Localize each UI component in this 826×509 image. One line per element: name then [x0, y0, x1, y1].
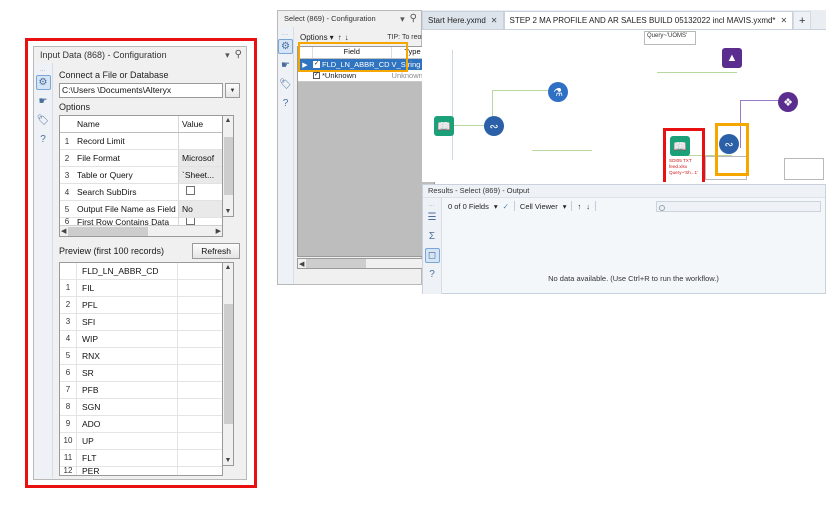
arrow-up-icon[interactable]: ↑ [577, 202, 581, 211]
results-toolbar: 0 of 0 Fields ▾ ✓ Cell Viewer ▾ ↑ ↓ [442, 198, 825, 214]
select-panel-title-bar: Select (869) - Configuration ▾ ⚲ [278, 11, 421, 27]
arrow-down-icon[interactable]: ↓ [586, 202, 590, 211]
data-grid-icon[interactable]: ☰ [425, 210, 440, 225]
divider [513, 201, 515, 211]
field-checkbox[interactable]: ✓ [313, 72, 320, 79]
tab-start-here[interactable]: Start Here.yxmd ✕ [422, 11, 504, 29]
formula-tool[interactable]: ⚗ [548, 82, 568, 102]
workflow-tab-strip: Start Here.yxmd ✕ STEP 2 MA PROFILE AND … [422, 10, 826, 30]
field-name: *Unknown [322, 71, 357, 80]
close-icon[interactable]: ✕ [491, 16, 498, 25]
cell-viewer-label[interactable]: Cell Viewer [520, 202, 558, 211]
help-icon[interactable]: ? [425, 267, 440, 282]
scroll-left-arrow[interactable]: ◀ [299, 260, 304, 268]
input-data-tool-1[interactable]: 📖 [434, 116, 454, 136]
orange-highlight-box-canvas-select-tool [715, 123, 749, 176]
workflow-canvas[interactable]: Query~'UOMS' 📖 ∾ ⚗ 📖 ∾ ❖ ▲ SDI05 TXT fee… [422, 30, 826, 182]
canvas-comment[interactable]: Query~'UOMS' [644, 31, 696, 45]
sigma-icon[interactable]: Σ [425, 229, 440, 244]
hscroll-thumb[interactable] [306, 259, 367, 268]
help-icon[interactable]: ? [278, 96, 293, 111]
select-horizontal-scrollbar[interactable]: ◀ ▶ [297, 258, 435, 269]
runtime-icon[interactable]: ☛ [278, 58, 293, 73]
results-panel: Results - Select (869) - Output … ☰ Σ ◻ … [422, 184, 826, 294]
canvas-comment-3[interactable] [784, 158, 824, 180]
move-up-icon[interactable]: ↑ [338, 33, 342, 42]
chevron-down-icon[interactable]: ▾ [494, 202, 498, 211]
select-grid-empty-area [298, 81, 434, 256]
connection-wire [740, 100, 780, 101]
chevron-down-icon[interactable]: ▾ [400, 11, 405, 27]
select-panel-title: Select (869) - Configuration [284, 14, 376, 23]
select-panel-icon-rail: … ⚙ ☛ 🏷 ? [278, 27, 294, 284]
select-tool-1[interactable]: ∾ [484, 116, 504, 136]
pin-icon[interactable]: ⚲ [410, 11, 417, 27]
canvas-guide-line [452, 50, 453, 160]
results-icon-rail: … ☰ Σ ◻ ? [423, 198, 442, 294]
fields-count-label: 0 of 0 Fields [448, 201, 489, 211]
results-title: Results - Select (869) - Output [423, 185, 825, 198]
gear-icon[interactable]: ⚙ [278, 39, 293, 54]
connection-wire [532, 150, 592, 151]
rail-grip: … [281, 30, 290, 37]
chevron-down-icon[interactable]: ▾ [330, 33, 334, 42]
divider [594, 201, 596, 211]
no-data-message: No data available. (Use Ctrl+R to run th… [548, 274, 719, 283]
orange-highlight-box-select-grid [298, 42, 408, 72]
close-icon[interactable]: ✕ [781, 16, 788, 25]
output-icon[interactable]: ◻ [424, 248, 440, 263]
red-highlight-box-input-panel [25, 38, 257, 488]
move-down-icon[interactable]: ↓ [345, 33, 349, 42]
red-highlight-box-canvas-input-tool [663, 128, 705, 182]
annotation-icon[interactable]: 🏷 [278, 77, 293, 92]
select-fields-grid: Field Type ▶ ✓ FLD_LN_ABBR_CD V_String ✓ *… [297, 46, 435, 257]
checkmark-icon[interactable]: ✓ [503, 202, 509, 211]
search-input[interactable] [656, 200, 821, 212]
join-tool[interactable]: ❖ [778, 92, 798, 112]
divider [571, 201, 573, 211]
rail-grip: … [428, 201, 436, 208]
chevron-down-icon[interactable]: ▾ [563, 202, 567, 211]
options-menu-button[interactable]: Options [300, 33, 328, 42]
connection-wire [657, 72, 737, 73]
new-tab-button[interactable]: + [793, 11, 812, 29]
tab-step2-workflow[interactable]: STEP 2 MA PROFILE AND AR SALES BUILD 051… [503, 11, 794, 29]
browse-tool[interactable]: ▲ [722, 48, 742, 68]
